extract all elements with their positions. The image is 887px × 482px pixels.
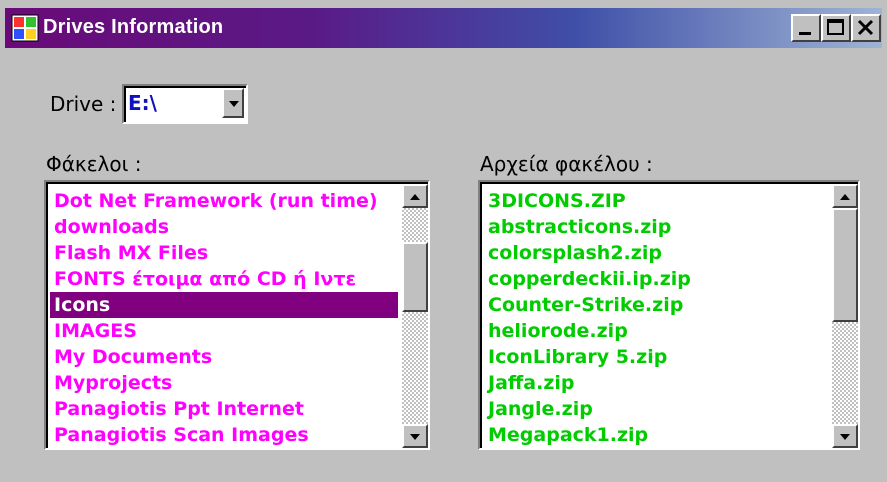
files-listbox[interactable]: 3DICONS.ZIP abstracticons.zip colorsplash2… xyxy=(478,180,860,450)
folder-list-item[interactable]: Dot Net Framework (run time) xyxy=(50,188,398,214)
folders-scroll-down-button[interactable] xyxy=(402,424,428,448)
minimize-button[interactable] xyxy=(791,14,821,42)
folders-listbox-frame: Dot Net Framework (run time) downloads Fla… xyxy=(46,182,428,448)
folder-list-item[interactable]: Icons xyxy=(50,292,398,318)
files-list: 3DICONS.ZIP abstracticons.zip colorsplash2… xyxy=(484,188,828,448)
folders-scrollbar[interactable] xyxy=(402,184,428,448)
chevron-down-icon xyxy=(229,101,239,107)
files-scrollbar[interactable] xyxy=(832,184,858,448)
title-bar[interactable]: Drives Information xyxy=(5,8,882,48)
arrow-down-icon xyxy=(410,434,420,440)
folder-list-item[interactable]: Myprojects xyxy=(50,370,398,396)
arrow-up-icon xyxy=(410,194,420,200)
folders-scroll-up-button[interactable] xyxy=(402,184,428,208)
close-icon xyxy=(857,19,874,36)
files-scroll-thumb[interactable] xyxy=(832,208,858,322)
drives-information-window: Drives Information Drive : E:\ Φάκελοι:… xyxy=(0,0,887,482)
folder-list-item[interactable]: Panagiotis Scan Images xyxy=(50,422,398,448)
file-list-item[interactable]: 3DICONS.ZIP xyxy=(484,188,828,214)
files-listbox-frame: 3DICONS.ZIP abstracticons.zip colorsplash2… xyxy=(480,182,858,448)
file-list-item[interactable]: Megapack1.zip xyxy=(484,422,828,448)
folder-list-item[interactable]: downloads xyxy=(50,214,398,240)
folder-list-item[interactable]: IMAGES xyxy=(50,318,398,344)
file-list-item[interactable]: heliorode.zip xyxy=(484,318,828,344)
minimize-icon xyxy=(799,32,811,35)
app-icon xyxy=(11,14,39,42)
folders-label: Φάκελοι : xyxy=(46,152,142,176)
folder-list-item[interactable]: Flash MX Files xyxy=(50,240,398,266)
drive-dropdown-button[interactable] xyxy=(222,88,244,118)
folders-scroll-thumb[interactable] xyxy=(402,242,428,312)
drive-select[interactable]: E:\ xyxy=(122,84,248,124)
drive-label: Drive : xyxy=(50,92,117,116)
folder-list-item[interactable]: My Documents xyxy=(50,344,398,370)
folder-list-item[interactable]: Panagiotis Ppt Internet xyxy=(50,396,398,422)
file-list-item[interactable]: abstracticons.zip xyxy=(484,214,828,240)
maximize-button[interactable] xyxy=(821,14,851,42)
file-list-item[interactable]: Jangle.zip xyxy=(484,396,828,422)
files-scroll-down-button[interactable] xyxy=(832,424,858,448)
drive-select-value: E:\ xyxy=(128,91,157,115)
file-list-item[interactable]: copperdeckii.ip.zip xyxy=(484,266,828,292)
close-button[interactable] xyxy=(851,14,881,42)
file-list-item[interactable]: IconLibrary 5.zip xyxy=(484,344,828,370)
folders-list: Dot Net Framework (run time) downloads Fla… xyxy=(50,188,398,448)
file-list-item[interactable]: Counter-Strike.zip xyxy=(484,292,828,318)
arrow-up-icon xyxy=(840,194,850,200)
files-label: Αρχεία φακέλου : xyxy=(480,152,653,176)
file-list-item[interactable]: Jaffa.zip xyxy=(484,370,828,396)
folders-listbox[interactable]: Dot Net Framework (run time) downloads Fla… xyxy=(44,180,430,450)
file-list-item[interactable]: colorsplash2.zip xyxy=(484,240,828,266)
window-title: Drives Information xyxy=(43,16,224,38)
arrow-down-icon xyxy=(840,434,850,440)
files-scroll-up-button[interactable] xyxy=(832,184,858,208)
folder-list-item[interactable]: FONTS έτοιμα από CD ή Ιντε xyxy=(50,266,398,292)
maximize-icon xyxy=(827,19,844,35)
